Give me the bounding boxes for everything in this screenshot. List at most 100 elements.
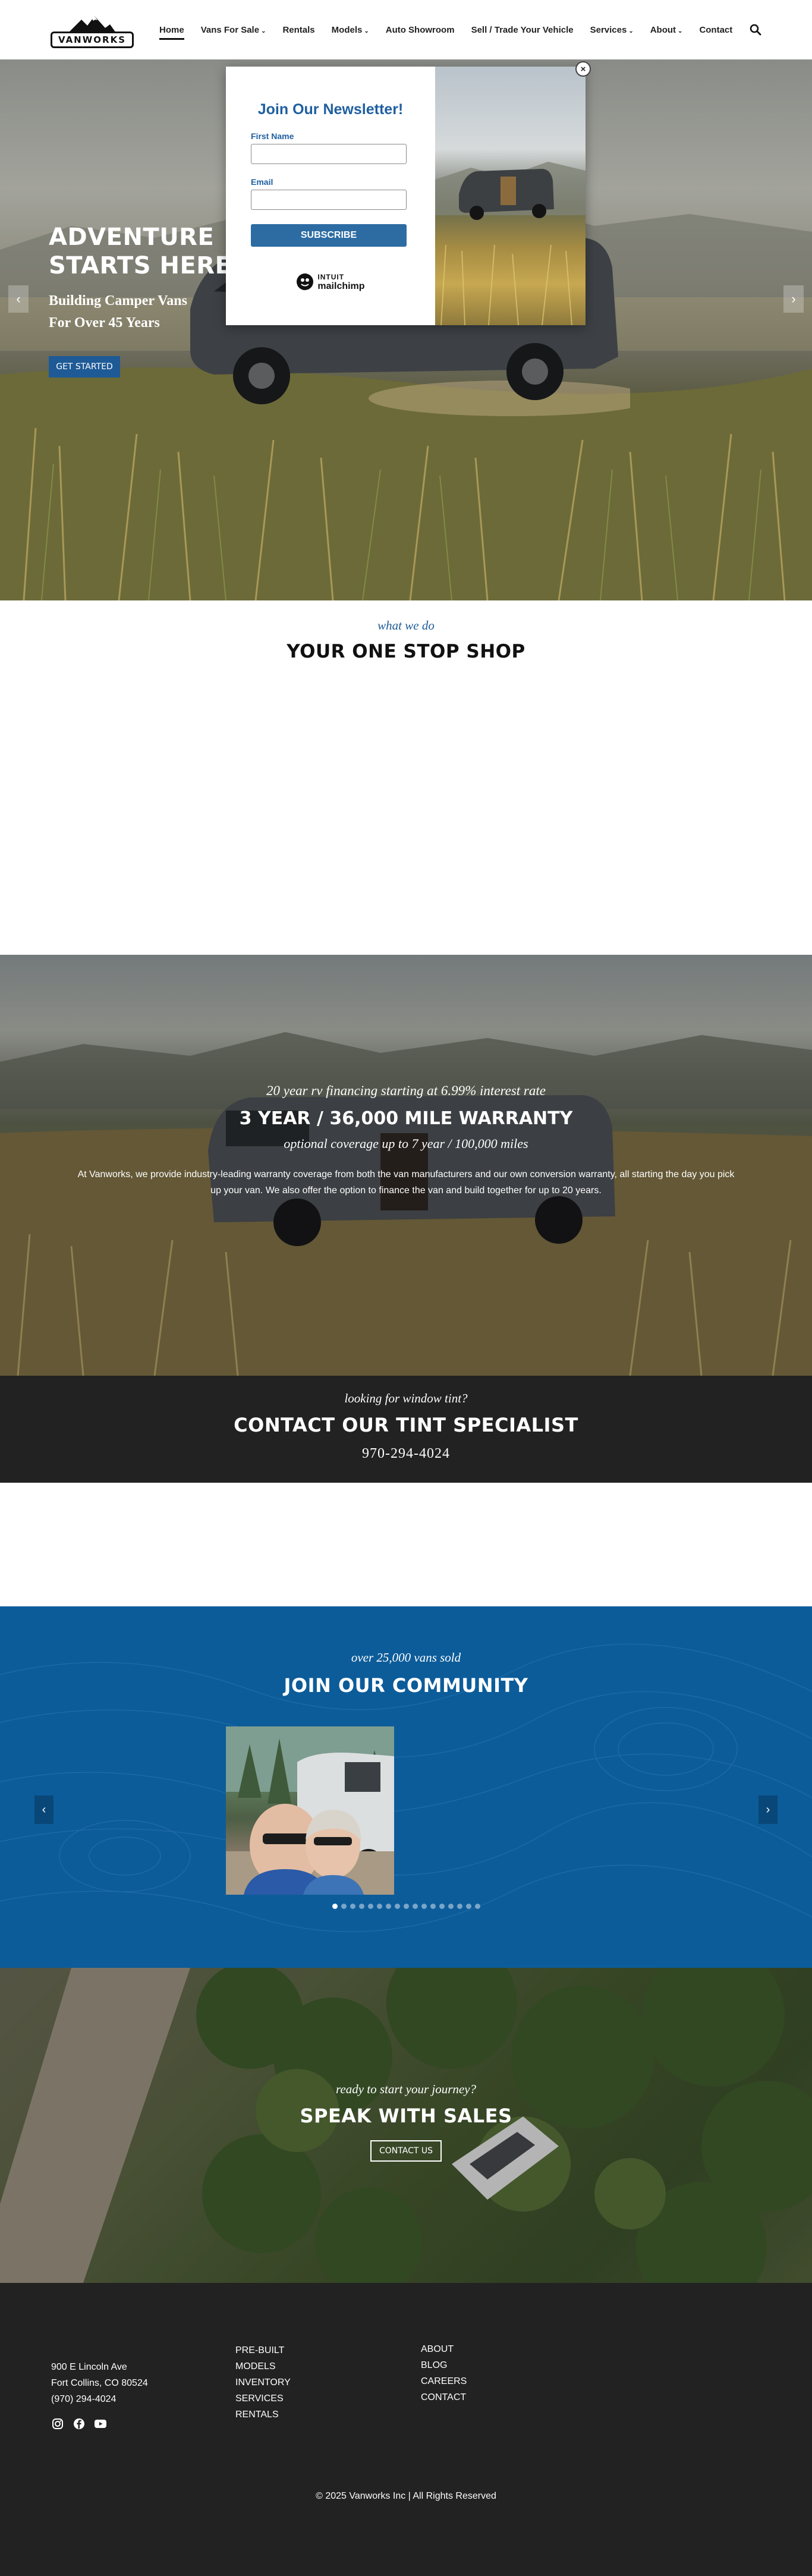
first-name-input[interactable]	[251, 144, 407, 164]
nav-services-label: Services	[590, 24, 627, 35]
community-next-arrow-icon[interactable]: ›	[759, 1795, 778, 1824]
mailchimp-name-text: mailchimp	[317, 281, 365, 291]
slider-dot[interactable]	[332, 1904, 338, 1909]
hero-subtitle-line1: Building Camper Vans	[49, 293, 187, 309]
mailchimp-badge[interactable]: INTUIT mailchimp	[286, 273, 375, 291]
shop-title: YOUR ONE STOP SHOP	[287, 641, 525, 662]
search-button[interactable]	[747, 21, 764, 39]
instagram-icon[interactable]	[51, 2417, 64, 2430]
nav-sell-trade[interactable]: Sell / Trade Your Vehicle	[471, 25, 574, 35]
slider-dot[interactable]	[341, 1904, 347, 1909]
community-section: over 25,000 vans sold JOIN OUR COMMUNITY…	[0, 1606, 812, 1968]
community-slider-dots	[0, 1904, 812, 1909]
nav-auto-showroom-label: Auto Showroom	[385, 24, 455, 35]
footer-phone-link[interactable]: (970) 294-4024	[51, 2391, 148, 2407]
slider-dot[interactable]	[439, 1904, 445, 1909]
main-nav: Home Vans For Sale ⌄ Rentals Models ⌄ Auto…	[159, 25, 732, 40]
slider-dot[interactable]	[448, 1904, 454, 1909]
slider-dot[interactable]	[403, 1904, 409, 1909]
mailchimp-intuit-text: INTUIT	[317, 273, 345, 281]
close-icon[interactable]: ×	[575, 61, 591, 77]
nav-contact-label: Contact	[699, 24, 733, 35]
slider-dot[interactable]	[457, 1904, 462, 1909]
newsletter-van-photo	[435, 162, 586, 325]
nav-about[interactable]: About ⌄	[650, 25, 683, 35]
nav-contact[interactable]: Contact	[699, 25, 732, 35]
slider-dot[interactable]	[474, 1904, 480, 1909]
logo-wordmark: VANWORKS	[50, 32, 134, 48]
footer-link-blog[interactable]: BLOG	[421, 2357, 467, 2373]
tint-section: looking for window tint? CONTACT OUR TIN…	[0, 1376, 812, 1483]
slider-dot[interactable]	[376, 1904, 382, 1909]
slider-dot[interactable]	[350, 1904, 355, 1909]
hero-next-arrow-icon[interactable]: ›	[783, 285, 804, 313]
nav-sell-trade-label: Sell / Trade Your Vehicle	[471, 24, 574, 35]
nav-services[interactable]: Services ⌄	[590, 25, 634, 35]
footer-link-rentals[interactable]: RENTALS	[235, 2407, 291, 2423]
tint-title: CONTACT OUR TINT SPECIALIST	[234, 1414, 578, 1436]
newsletter-form: Join Our Newsletter! First Name Email SU…	[226, 67, 435, 325]
slider-dot[interactable]	[412, 1904, 418, 1909]
sales-section: ready to start your journey? SPEAK WITH …	[0, 1968, 812, 2283]
tint-kicker: looking for window tint?	[344, 1391, 468, 1405]
tint-phone-link[interactable]: 970-294-4024	[0, 1446, 812, 1462]
nav-rentals[interactable]: Rentals	[282, 25, 314, 35]
footer-socials	[51, 2417, 107, 2430]
community-slide-photo[interactable]	[226, 1726, 394, 1895]
footer-link-contact[interactable]: CONTACT	[421, 2389, 467, 2405]
warranty-kicker: 20 year rv financing starting at 6.99% i…	[266, 1083, 546, 1098]
mailchimp-icon	[297, 273, 314, 290]
customer-photo	[226, 1726, 394, 1895]
slider-dot[interactable]	[430, 1904, 436, 1909]
site-footer: 900 E Lincoln Ave Fort Collins, CO 80524…	[0, 2283, 812, 2576]
address-line1: 900 E Lincoln Ave	[51, 2362, 127, 2372]
subscribe-button[interactable]: SUBSCRIBE	[251, 224, 407, 247]
chevron-down-icon: ⌄	[261, 27, 266, 34]
footer-link-models[interactable]: MODELS	[235, 2358, 291, 2374]
get-started-button[interactable]: GET STARTED	[49, 356, 120, 378]
footer-link-inventory[interactable]: INVENTORY	[235, 2374, 291, 2391]
nav-home[interactable]: Home	[159, 25, 184, 40]
warranty-section: 20 year rv financing starting at 6.99% i…	[0, 955, 812, 1376]
facebook-icon[interactable]	[73, 2417, 86, 2430]
warranty-body: At Vanworks, we provide industry-leading…	[77, 1169, 735, 1196]
slider-dot[interactable]	[465, 1904, 471, 1909]
nav-about-label: About	[650, 24, 676, 35]
search-icon	[750, 24, 761, 36]
nav-models-label: Models	[331, 24, 363, 35]
slider-dot[interactable]	[385, 1904, 391, 1909]
email-label: Email	[251, 177, 273, 187]
slider-dot[interactable]	[358, 1904, 364, 1909]
youtube-icon[interactable]	[94, 2417, 107, 2430]
hero-subtitle: Building Camper Vans For Over 45 Years	[49, 290, 187, 334]
warranty-subtitle: optional coverage up to 7 year / 100,000…	[284, 1136, 528, 1151]
hero-subtitle-line2: For Over 45 Years	[49, 315, 160, 331]
slider-dot[interactable]	[394, 1904, 400, 1909]
slider-dot[interactable]	[367, 1904, 373, 1909]
vanworks-logo[interactable]: VANWORKS	[48, 11, 137, 48]
footer-link-about[interactable]: ABOUT	[421, 2341, 467, 2357]
community-kicker: over 25,000 vans sold	[351, 1650, 461, 1665]
nav-auto-showroom[interactable]: Auto Showroom	[386, 25, 455, 35]
email-input[interactable]	[251, 190, 407, 210]
contact-us-button[interactable]: CONTACT US	[370, 2140, 442, 2162]
shop-kicker: what we do	[377, 618, 435, 633]
community-prev-arrow-icon[interactable]: ‹	[34, 1795, 53, 1824]
footer-address: 900 E Lincoln Ave Fort Collins, CO 80524…	[51, 2359, 148, 2407]
footer-link-careers[interactable]: CAREERS	[421, 2373, 467, 2389]
newsletter-title: Join Our Newsletter!	[257, 101, 404, 118]
slider-dot[interactable]	[421, 1904, 427, 1909]
mountain-logo-icon	[68, 16, 116, 33]
sales-kicker: ready to start your journey?	[335, 2082, 477, 2096]
footer-link-pre-built[interactable]: PRE-BUILT	[235, 2342, 291, 2358]
one-stop-shop-section: what we do YOUR ONE STOP SHOP	[0, 600, 812, 955]
first-name-label: First Name	[251, 131, 294, 141]
newsletter-modal: Join Our Newsletter! First Name Email SU…	[226, 61, 591, 325]
footer-link-services[interactable]: SERVICES	[235, 2391, 291, 2407]
hero-prev-arrow-icon[interactable]: ‹	[8, 285, 29, 313]
sales-title: SPEAK WITH SALES	[300, 2105, 512, 2127]
nav-models[interactable]: Models ⌄	[332, 25, 369, 35]
hero-title-line1: ADVENTURE	[49, 224, 215, 251]
nav-vans-for-sale[interactable]: Vans For Sale ⌄	[201, 25, 266, 35]
warranty-title: 3 YEAR / 36,000 MILE WARRANTY	[239, 1108, 573, 1129]
